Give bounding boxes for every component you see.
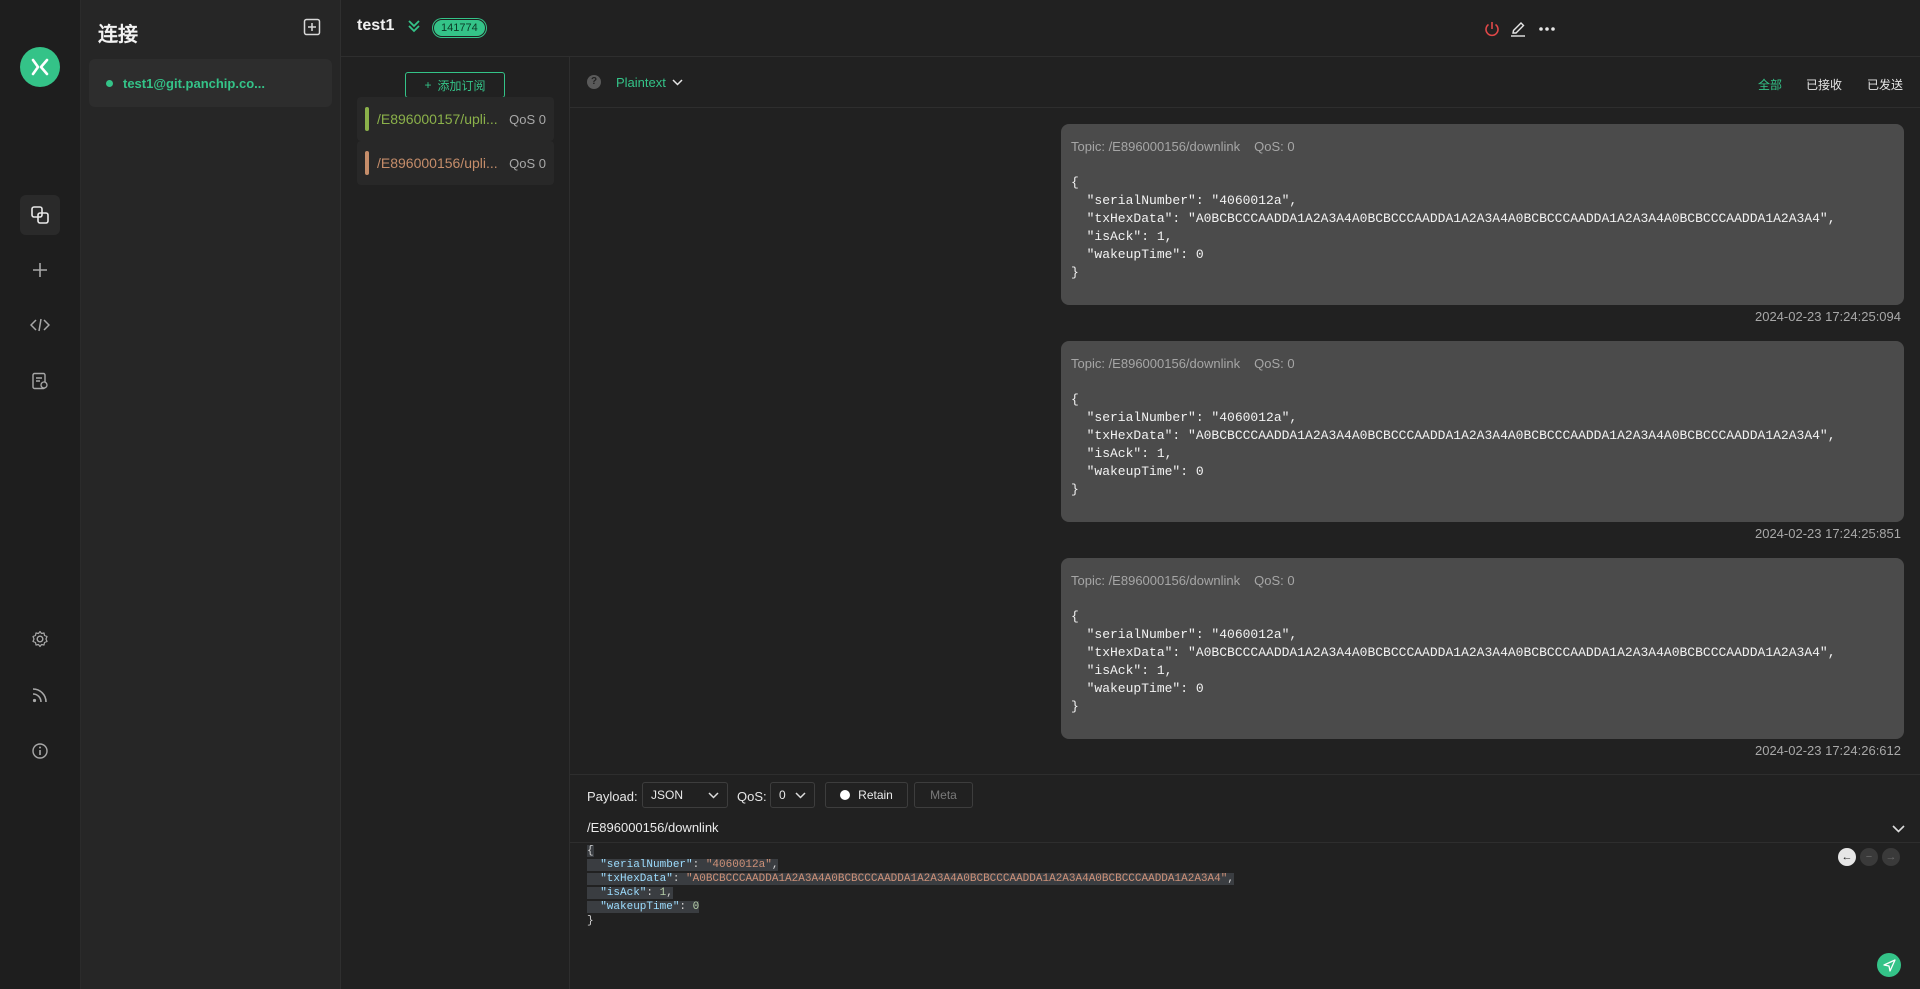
about-icon[interactable] — [28, 739, 52, 763]
subscription-topic: /E896000156/upli... — [377, 155, 498, 171]
send-button[interactable] — [1877, 953, 1901, 977]
message-card[interactable]: Topic: /E896000156/downlink QoS: 0 { "ser… — [1061, 558, 1904, 739]
filter-all[interactable]: 全部 — [1758, 76, 1782, 93]
connections-title: 连接 — [98, 24, 138, 46]
subscription-color-bar — [365, 107, 369, 131]
chevron-down-icon — [795, 791, 806, 799]
script-icon[interactable] — [28, 313, 52, 337]
editor-key: "serialNumber" — [600, 859, 693, 871]
edit-icon[interactable] — [1508, 19, 1528, 39]
payload-label: Payload: — [587, 789, 638, 804]
message-meta: Topic: /E896000156/downlink QoS: 0 — [1071, 573, 1295, 588]
plus-icon: + — [424, 78, 432, 92]
subscription-topic: /E896000157/upli... — [377, 111, 498, 127]
more-icon[interactable] — [1537, 19, 1557, 39]
message-qos: QoS: 0 — [1254, 573, 1295, 588]
message-topic: Topic: /E896000156/downlink — [1071, 573, 1241, 588]
feed-icon[interactable] — [28, 683, 52, 707]
subscriptions-panel: + 添加订阅 /E896000157/upli... QoS 0 /E89600… — [341, 57, 570, 989]
qos-label: QoS: — [737, 789, 767, 804]
log-icon[interactable] — [28, 369, 52, 393]
subscription-item[interactable]: /E896000157/upli... QoS 0 — [357, 97, 554, 141]
payload-format-select[interactable]: Plaintext — [616, 75, 683, 90]
payload-type-value: JSON — [651, 788, 684, 802]
logo-icon[interactable] — [20, 47, 60, 87]
retain-label: Retain — [858, 788, 893, 802]
message-qos: QoS: 0 — [1254, 356, 1295, 371]
qos-select[interactable]: 0 — [770, 782, 815, 808]
subscription-qos: QoS 0 — [509, 111, 546, 127]
subscription-color-bar — [365, 151, 369, 175]
history-forward-icon[interactable]: → — [1882, 848, 1900, 866]
add-subscription-button[interactable]: + 添加订阅 — [405, 72, 505, 98]
qos-value: 0 — [779, 788, 786, 802]
new-connection-icon[interactable] — [28, 258, 52, 282]
settings-icon[interactable] — [28, 627, 52, 651]
publish-topic-row: /E896000156/downlink — [570, 816, 1920, 843]
message-payload: { "serialNumber": "4060012a", "txHexData… — [1071, 609, 1836, 714]
message-time: 2024-02-23 17:24:26:612 — [1754, 743, 1901, 758]
send-icon — [1882, 958, 1896, 972]
history-reset-icon[interactable]: − — [1860, 848, 1878, 866]
history-back-icon[interactable]: ← — [1838, 848, 1856, 866]
editor-key: "isAck" — [600, 887, 647, 899]
message-toolbar: ? Plaintext 全部 已接收 已发送 — [570, 57, 1920, 108]
editor-brace: } — [587, 915, 594, 927]
chevron-down-icon — [672, 79, 683, 86]
meta-button[interactable]: Meta — [914, 782, 973, 808]
add-subscription-label: 添加订阅 — [437, 78, 486, 93]
chevron-down-icon[interactable] — [1892, 821, 1906, 835]
message-meta: Topic: /E896000156/downlink QoS: 0 — [1071, 356, 1295, 371]
subscription-item[interactable]: /E896000156/upli... QoS 0 — [357, 141, 554, 185]
payload-format-value: Plaintext — [616, 75, 666, 90]
editor-brace: { — [587, 845, 594, 857]
retain-radio — [840, 790, 851, 800]
app-sidebar — [0, 0, 81, 989]
message-meta: Topic: /E896000156/downlink QoS: 0 — [1071, 139, 1295, 154]
message-time: 2024-02-23 17:24:25:851 — [1754, 526, 1901, 541]
connections-panel: 连接 test1@git.panchip.co... — [81, 0, 341, 989]
editor-key: "wakeupTime" — [600, 901, 680, 913]
help-icon[interactable]: ? — [587, 75, 601, 89]
filter-sent[interactable]: 已发送 — [1867, 76, 1903, 93]
message-payload: { "serialNumber": "4060012a", "txHexData… — [1071, 175, 1836, 280]
connections-icon[interactable] — [20, 195, 60, 235]
payload-type-select[interactable]: JSON — [642, 782, 728, 808]
connection-header: test1 141774 — [341, 0, 1920, 57]
message-card[interactable]: Topic: /E896000156/downlink QoS: 0 { "ser… — [1061, 341, 1904, 522]
editor-value: "A0BCBCCCAADDA1A2A3A4A0BCBCCCAADDA1A2A3A… — [686, 873, 1228, 885]
chevron-down-icon — [708, 791, 719, 799]
editor-value: 0 — [692, 901, 700, 913]
disconnect-icon[interactable] — [1482, 19, 1502, 39]
message-topic: Topic: /E896000156/downlink — [1071, 139, 1241, 154]
add-connection-icon[interactable] — [303, 18, 323, 38]
message-count-badge: 141774 — [433, 19, 486, 37]
publish-options-bar: Payload: JSON QoS: 0 Retain Meta — [570, 774, 1920, 817]
message-time: 2024-02-23 17:24:25:094 — [1754, 309, 1901, 324]
publish-topic-input[interactable]: /E896000156/downlink — [587, 820, 719, 835]
subscription-qos: QoS 0 — [509, 155, 546, 171]
message-qos: QoS: 0 — [1254, 139, 1295, 154]
editor-key: "txHexData" — [600, 873, 673, 885]
payload-editor[interactable]: { "serialNumber": "4060012a", "txHexData… — [570, 843, 1920, 989]
filter-received[interactable]: 已接收 — [1806, 76, 1842, 93]
message-topic: Topic: /E896000156/downlink — [1071, 356, 1241, 371]
editor-value: "4060012a" — [705, 859, 772, 871]
message-payload: { "serialNumber": "4060012a", "txHexData… — [1071, 392, 1836, 497]
message-card[interactable]: Topic: /E896000156/downlink QoS: 0 { "ser… — [1061, 124, 1904, 305]
connection-item[interactable]: test1@git.panchip.co... — [89, 59, 332, 107]
connection-name: test1@git.panchip.co... — [123, 75, 265, 91]
connection-title: test1 — [357, 17, 395, 34]
payload-editor-content[interactable]: { "serialNumber": "4060012a", "txHexData… — [587, 844, 1234, 928]
double-chevron-down-icon[interactable] — [406, 18, 424, 36]
connection-status-dot — [106, 79, 113, 87]
retain-toggle[interactable]: Retain — [825, 782, 908, 808]
